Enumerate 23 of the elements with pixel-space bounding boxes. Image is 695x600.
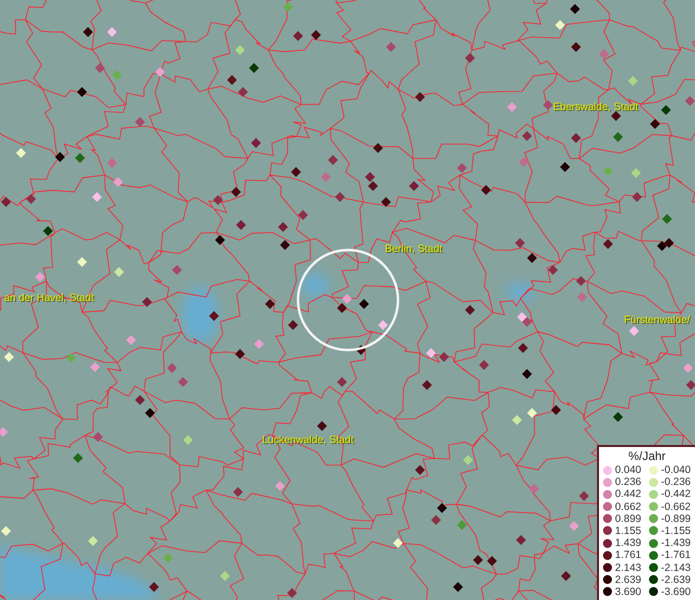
legend-label: 0.040 <box>615 464 642 476</box>
legend-label: 1.439 <box>615 537 642 550</box>
legend-label: -3.690 <box>661 586 691 598</box>
legend-label: 2.639 <box>615 574 642 586</box>
legend-label: 1.761 <box>615 549 642 562</box>
legend-label: -0.442 <box>661 488 691 500</box>
legend-label: 0.442 <box>615 488 642 500</box>
legend-label: -0.899 <box>661 512 691 525</box>
legend-label: 0.899 <box>615 512 642 525</box>
legend-label: 0.236 <box>615 476 642 488</box>
legend-label: 1.155 <box>615 524 642 537</box>
legend-title: %/Jahr <box>627 448 667 463</box>
legend-label: 0.662 <box>615 500 642 513</box>
legend-label: -0.662 <box>661 500 691 513</box>
legend-label: 2.143 <box>615 562 642 574</box>
legend-label: -1.761 <box>661 549 691 562</box>
legend-label: -2.143 <box>661 562 691 574</box>
legend-label: -2.639 <box>661 574 691 586</box>
legend-label: -0.040 <box>661 464 691 476</box>
legend-label: -0.236 <box>661 476 691 488</box>
legend-label: -1.155 <box>661 524 691 537</box>
legend-label: 3.690 <box>615 586 642 598</box>
legend-label: -1.439 <box>661 537 691 550</box>
